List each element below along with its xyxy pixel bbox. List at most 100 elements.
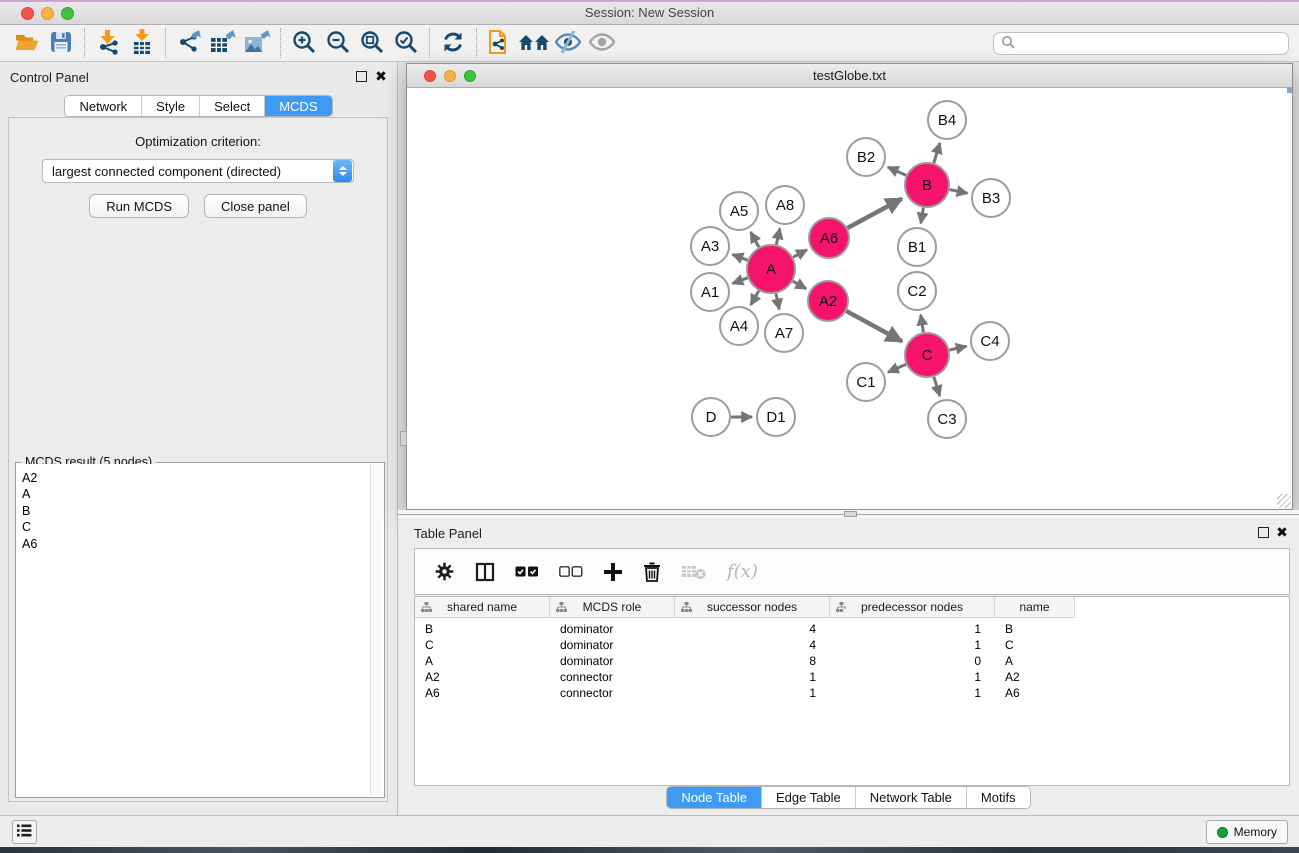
column-header-shared-name[interactable]: shared name: [415, 597, 550, 618]
graph-edge-A-A8[interactable]: [776, 228, 780, 244]
tab-select[interactable]: Select: [200, 96, 265, 116]
horizontal-splitter[interactable]: [398, 510, 1299, 518]
zoom-out-button[interactable]: [321, 28, 355, 58]
search-input[interactable]: [1020, 34, 1288, 53]
tab-mcds[interactable]: MCDS: [265, 96, 331, 116]
tab-network-table[interactable]: Network Table: [856, 787, 967, 808]
table-settings-button[interactable]: [434, 561, 455, 582]
column-header-successor-nodes[interactable]: successor nodes: [675, 597, 830, 618]
import-table-button[interactable]: [125, 28, 159, 58]
close-panel-button[interactable]: Close panel: [204, 194, 307, 218]
graph-edge-A-A4[interactable]: [751, 291, 759, 305]
tab-network[interactable]: Network: [65, 96, 142, 116]
graph-edge-A-A6[interactable]: [793, 250, 807, 257]
graph-node-label: D: [706, 409, 717, 426]
result-item[interactable]: B: [22, 503, 383, 519]
close-panel-icon[interactable]: ✖: [1275, 524, 1289, 540]
column-header-predecessor-nodes[interactable]: predecessor nodes: [830, 597, 995, 618]
table-cell: A6: [415, 686, 550, 700]
graph-edge-C-C3[interactable]: [934, 377, 940, 396]
table-cell: C: [995, 638, 1075, 652]
tab-edge-table[interactable]: Edge Table: [762, 787, 856, 808]
import-network-button[interactable]: [91, 28, 125, 58]
show-panel-list-button[interactable]: [12, 820, 37, 844]
hide-selected-button[interactable]: [551, 28, 585, 58]
open-session-button[interactable]: [10, 28, 44, 58]
graph-edge-A6-B[interactable]: [847, 199, 901, 228]
table-row[interactable]: A6connector11A6: [415, 685, 1289, 701]
close-network-window-button[interactable]: [424, 70, 436, 82]
add-column-button[interactable]: [603, 562, 623, 582]
float-panel-icon[interactable]: [356, 71, 367, 82]
zoom-in-icon: [291, 29, 317, 58]
graph-edge-B-B3[interactable]: [950, 190, 968, 194]
export-table-icon: [208, 28, 238, 59]
export-table-button[interactable]: [206, 28, 240, 58]
graph-edge-C-C4[interactable]: [949, 346, 966, 350]
window-resize-grip[interactable]: [1277, 494, 1291, 508]
graph-edge-C-C1[interactable]: [888, 364, 906, 372]
graph-edge-A-A3[interactable]: [732, 254, 747, 260]
graph-node-label: A1: [701, 284, 719, 301]
save-session-button[interactable]: [44, 28, 78, 58]
zoom-network-window-button[interactable]: [464, 70, 476, 82]
apply-layout-button[interactable]: [436, 28, 470, 58]
result-item[interactable]: A: [22, 486, 383, 502]
graph-edge-B-B4[interactable]: [934, 143, 940, 163]
table-panel: Table Panel ✖ f(x) shared name MCDS role…: [398, 518, 1299, 815]
network-window-titlebar: testGlobe.txt: [407, 64, 1292, 88]
content-area: Control Panel ✖ Network Style Select MCD…: [0, 62, 1299, 815]
mcds-result-list[interactable]: A2 A B C A6: [17, 464, 383, 796]
result-item[interactable]: A2: [22, 470, 383, 486]
run-mcds-button[interactable]: Run MCDS: [89, 194, 189, 218]
table-row[interactable]: Adominator80A: [415, 653, 1289, 669]
export-image-button[interactable]: [240, 28, 274, 58]
float-panel-icon[interactable]: [1258, 527, 1269, 538]
result-item[interactable]: A6: [22, 536, 383, 552]
graph-edge-B-B2[interactable]: [888, 167, 906, 175]
delete-table-button[interactable]: [681, 563, 707, 581]
new-network-from-selection-button[interactable]: [483, 28, 517, 58]
table-row[interactable]: Cdominator41C: [415, 637, 1289, 653]
function-builder-button[interactable]: f(x): [727, 561, 758, 582]
scrollbar-track[interactable]: [370, 464, 383, 796]
tab-style[interactable]: Style: [142, 96, 200, 116]
network-canvas[interactable]: B4B2BB3A5A8A6B1A3AA1C2A2A4A7C4CC1C3DD1: [407, 88, 1292, 509]
graph-edge-A-A5[interactable]: [751, 232, 759, 247]
list-icon: [17, 824, 32, 840]
deselect-all-button[interactable]: [559, 566, 583, 578]
first-neighbors-button[interactable]: [517, 28, 551, 58]
column-header-mcds-role[interactable]: MCDS role: [550, 597, 675, 618]
graph-edge-A-A2[interactable]: [793, 281, 806, 289]
memory-button[interactable]: Memory: [1206, 820, 1288, 844]
show-all-button[interactable]: [585, 28, 619, 58]
close-panel-icon[interactable]: ✖: [374, 68, 388, 84]
table-row[interactable]: Bdominator41B: [415, 621, 1289, 637]
graph-edge-B-B1[interactable]: [921, 208, 924, 224]
minimize-network-window-button[interactable]: [444, 70, 456, 82]
graph-edge-A-A1[interactable]: [732, 278, 747, 284]
optimization-criterion-select[interactable]: largest connected component (directed): [42, 159, 354, 183]
search-field[interactable]: [993, 32, 1289, 55]
tab-motifs[interactable]: Motifs: [967, 787, 1030, 808]
select-all-button[interactable]: [515, 566, 539, 578]
network-graph[interactable]: B4B2BB3A5A8A6B1A3AA1C2A2A4A7C4CC1C3DD1: [407, 88, 1292, 509]
delete-column-button[interactable]: [643, 562, 661, 582]
panel-resize-handle[interactable]: [400, 431, 407, 446]
graph-edge-C-C2[interactable]: [921, 315, 924, 333]
graph-node-label: B3: [982, 190, 1000, 207]
graph-edge-A-A7[interactable]: [776, 293, 779, 309]
show-columns-button[interactable]: [475, 562, 495, 582]
result-item[interactable]: C: [22, 519, 383, 535]
graph-edge-A2-C[interactable]: [846, 311, 902, 341]
zoom-fit-button[interactable]: [355, 28, 389, 58]
splitter-grip[interactable]: [844, 511, 857, 517]
table-toolbar: f(x): [414, 548, 1290, 595]
column-header-name[interactable]: name: [995, 597, 1075, 618]
tab-node-table[interactable]: Node Table: [667, 787, 762, 808]
zoom-in-button[interactable]: [287, 28, 321, 58]
node-table-header: shared name MCDS role successor nodes pr…: [415, 597, 1289, 618]
table-row[interactable]: A2connector11A2: [415, 669, 1289, 685]
zoom-selected-button[interactable]: [389, 28, 423, 58]
export-network-button[interactable]: [172, 28, 206, 58]
